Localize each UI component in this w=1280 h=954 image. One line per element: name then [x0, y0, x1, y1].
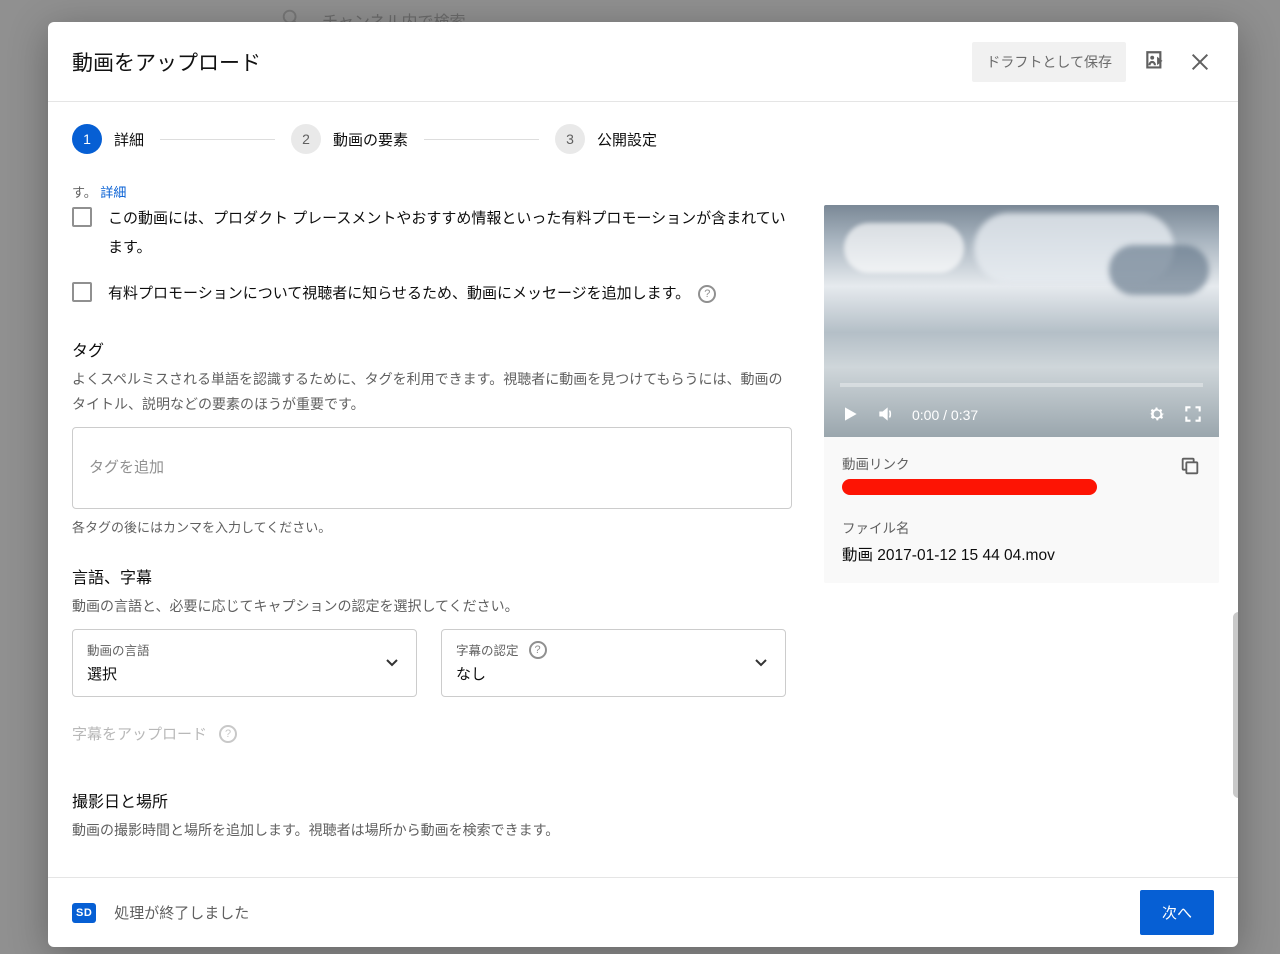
dialog-title: 動画をアップロード: [72, 47, 261, 77]
help-icon[interactable]: ?: [698, 285, 716, 303]
truncated-line: す。 詳細: [72, 182, 1214, 201]
step-details[interactable]: 1 詳細: [72, 124, 144, 154]
dialog-header: 動画をアップロード ドラフトとして保存: [48, 22, 1238, 102]
preview-card: 0:00 / 0:37: [824, 205, 1219, 583]
video-link-label: 動画リンク: [842, 453, 1097, 473]
video-language-select[interactable]: 動画の言語 選択: [72, 629, 417, 697]
video-progress-bar[interactable]: [840, 383, 1203, 387]
help-icon[interactable]: ?: [529, 641, 547, 659]
play-icon[interactable]: [840, 404, 860, 427]
caption-cert-value: なし: [456, 663, 771, 684]
form-column: この動画には、プロダクト プレースメントやおすすめ情報といった有料プロモーション…: [72, 205, 792, 853]
dialog-footer: SD 処理が終了しました 次へ: [48, 877, 1238, 947]
tags-input[interactable]: [89, 459, 775, 476]
video-language-label: 動画の言語: [87, 640, 402, 659]
tags-desc: よくスペルミスされる単語を認識するために、タグを利用できます。視聴者に動画を見つ…: [72, 367, 792, 417]
step-line: [424, 139, 539, 140]
filename-value: 動画 2017-01-12 15 44 04.mov: [842, 543, 1201, 565]
recording-desc: 動画の撮影時間と場所を追加します。視聴者は場所から動画を検索できます。: [72, 818, 792, 843]
step-line: [160, 139, 275, 140]
fullscreen-icon[interactable]: [1183, 404, 1203, 427]
tags-hint: 各タグの後にはカンマを入力してください。: [72, 517, 792, 536]
next-button[interactable]: 次へ: [1140, 890, 1214, 935]
video-controls: 0:00 / 0:37: [824, 393, 1219, 437]
video-time: 0:00 / 0:37: [912, 407, 978, 423]
settings-icon[interactable]: [1147, 404, 1167, 427]
video-language-value: 選択: [87, 663, 402, 684]
chevron-down-icon: [755, 654, 767, 672]
preview-column: 0:00 / 0:37: [824, 205, 1219, 853]
volume-icon[interactable]: [876, 404, 896, 427]
caption-cert-label: 字幕の認定 ?: [456, 640, 771, 659]
close-icon[interactable]: [1186, 48, 1214, 76]
chevron-down-icon: [386, 654, 398, 672]
language-desc: 動画の言語と、必要に応じてキャプションの認定を選択してください。: [72, 594, 792, 619]
paid-promotion-checkbox[interactable]: [72, 207, 92, 227]
help-icon[interactable]: ?: [219, 725, 237, 743]
step-visibility[interactable]: 3 公開設定: [555, 124, 657, 154]
paid-promotion-label: この動画には、プロダクト プレースメントやおすすめ情報といった有料プロモーション…: [108, 205, 792, 262]
notify-viewers-checkbox-row: 有料プロモーションについて視聴者に知らせるため、動画にメッセージを追加します。 …: [72, 280, 792, 309]
notify-viewers-checkbox[interactable]: [72, 282, 92, 302]
video-thumbnail[interactable]: 0:00 / 0:37: [824, 205, 1219, 437]
language-title: 言語、字幕: [72, 564, 792, 588]
video-link-redacted: [842, 479, 1097, 495]
filename-label: ファイル名: [842, 517, 1201, 537]
copy-link-icon[interactable]: [1179, 453, 1201, 482]
upload-captions-disabled: 字幕をアップロード ?: [72, 723, 792, 744]
processing-status: 処理が終了しました: [114, 902, 249, 923]
tags-title: タグ: [72, 337, 792, 361]
feedback-icon[interactable]: [1142, 48, 1170, 76]
step-elements[interactable]: 2 動画の要素: [291, 124, 408, 154]
dialog-body: 1 詳細 2 動画の要素 3 公開設定 す。 詳細 この動画には、プロダクト: [48, 102, 1238, 877]
notify-viewers-label: 有料プロモーションについて視聴者に知らせるため、動画にメッセージを追加します。 …: [108, 280, 716, 309]
sd-badge: SD: [72, 903, 96, 923]
tags-input-wrapper[interactable]: [72, 427, 792, 509]
recording-title: 撮影日と場所: [72, 788, 792, 812]
paid-promotion-checkbox-row: この動画には、プロダクト プレースメントやおすすめ情報といった有料プロモーション…: [72, 205, 792, 262]
caption-cert-select[interactable]: 字幕の認定 ? なし: [441, 629, 786, 697]
save-draft-button[interactable]: ドラフトとして保存: [972, 42, 1126, 82]
upload-dialog: 動画をアップロード ドラフトとして保存 1 詳細 2 動画の要素 3: [48, 22, 1238, 947]
scrollbar-thumb[interactable]: [1233, 612, 1238, 798]
details-link[interactable]: 詳細: [100, 185, 126, 200]
stepper: 1 詳細 2 動画の要素 3 公開設定: [72, 124, 1214, 154]
